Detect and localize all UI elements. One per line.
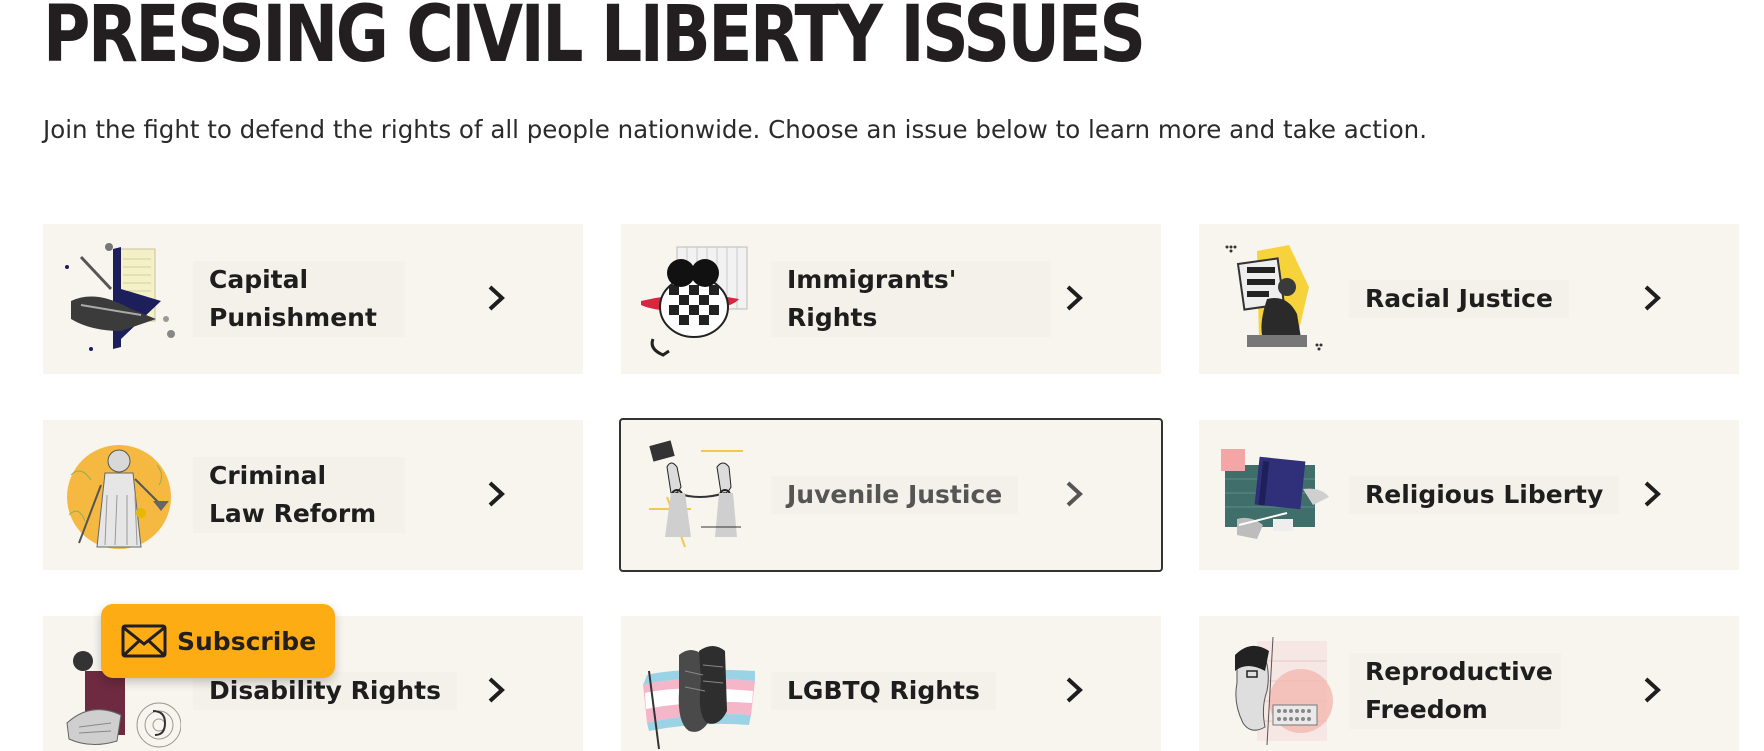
chevron-right-icon <box>1066 677 1083 703</box>
chevron-right-icon <box>1644 285 1661 311</box>
subscribe-label: Subscribe <box>177 626 317 656</box>
issues-page: PRESSING CIVIL LIBERTY ISSUES Join the f… <box>0 0 1764 751</box>
issue-card-juvenile-justice[interactable]: Juvenile Justice <box>619 418 1163 572</box>
issue-label: Religious Liberty <box>1349 476 1620 514</box>
issue-label: Immigrants' Rights <box>771 261 1051 337</box>
chevron-right-icon <box>1644 481 1661 507</box>
religious-liberty-collage-icon <box>1221 449 1329 539</box>
issue-label: Criminal Law Reform <box>193 457 405 533</box>
issue-card-religious-liberty[interactable]: Religious Liberty <box>1199 420 1739 570</box>
chevron-right-icon <box>488 481 505 507</box>
issue-label: Capital Punishment <box>193 261 405 337</box>
chevron-right-icon <box>1066 481 1083 507</box>
juvenile-justice-collage-icon <box>649 440 743 548</box>
issue-card-immigrants-rights[interactable]: Immigrants' Rights <box>621 224 1161 374</box>
issue-label: Racial Justice <box>1349 280 1569 318</box>
issue-card-reproductive-freedom[interactable]: Reproductive Freedom <box>1199 616 1739 751</box>
subscribe-button[interactable]: Subscribe <box>101 604 335 678</box>
racial-justice-collage-icon <box>1225 245 1323 351</box>
capital-punishment-collage-icon <box>65 243 175 351</box>
issue-label: Reproductive Freedom <box>1349 653 1561 729</box>
envelope-icon <box>121 624 167 658</box>
issue-card-capital-punishment[interactable]: Capital Punishment <box>43 224 583 374</box>
chevron-right-icon <box>488 285 505 311</box>
criminal-law-collage-icon <box>67 445 171 549</box>
issue-card-racial-justice[interactable]: Racial Justice <box>1199 224 1739 374</box>
chevron-right-icon <box>488 677 505 703</box>
issue-label: LGBTQ Rights <box>771 672 996 710</box>
page-subtitle: Join the fight to defend the rights of a… <box>43 115 1427 144</box>
chevron-right-icon <box>1066 285 1083 311</box>
issue-card-criminal-law-reform[interactable]: Criminal Law Reform <box>43 420 583 570</box>
immigrants-rights-collage-icon <box>641 246 748 357</box>
reproductive-freedom-collage-icon <box>1235 636 1333 746</box>
lgbtq-rights-collage-icon <box>643 646 755 750</box>
issue-label: Juvenile Justice <box>771 476 1019 514</box>
page-title: PRESSING CIVIL LIBERTY ISSUES <box>43 0 1146 80</box>
chevron-right-icon <box>1644 677 1661 703</box>
issue-card-lgbtq-rights[interactable]: LGBTQ Rights <box>621 616 1161 751</box>
